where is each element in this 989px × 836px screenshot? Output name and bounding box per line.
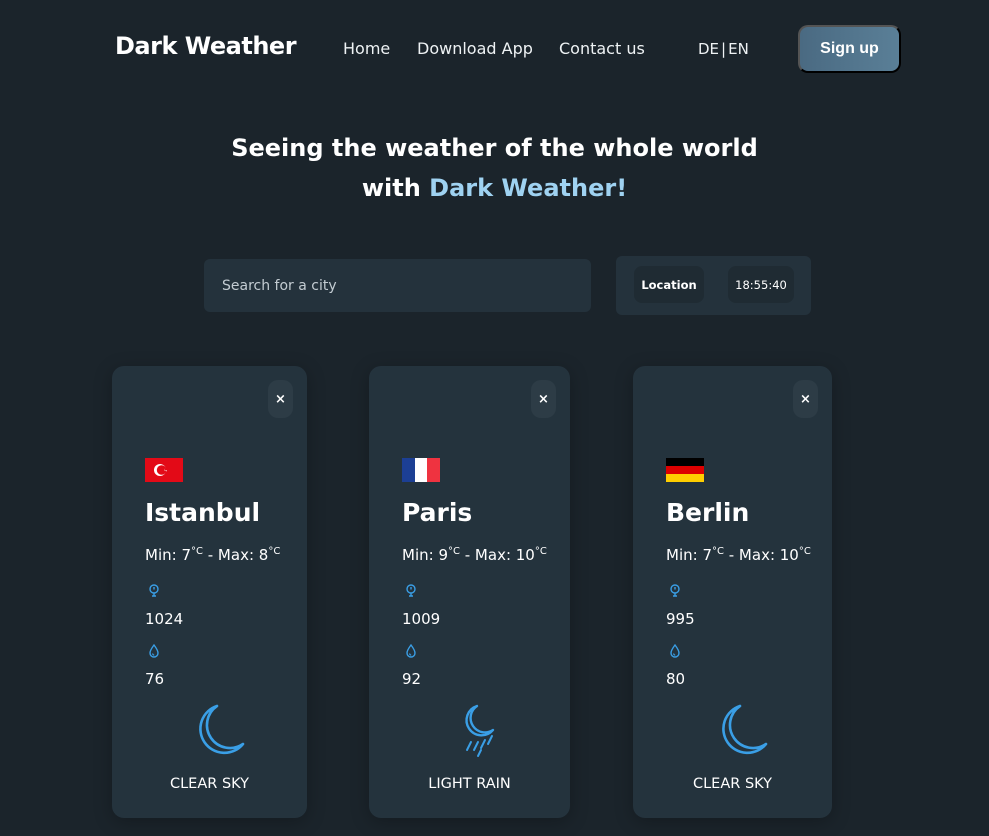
close-card-button[interactable]: × [531,380,556,418]
nav-link-contact-us[interactable]: Contact us [559,39,645,58]
min-temp: 7 [181,546,191,564]
hero-heading: Seeing the weather of the whole world wi… [0,128,989,208]
top-nav: Dark Weather Home Download App Contact u… [0,0,989,100]
nav-link-download-app[interactable]: Download App [417,39,533,58]
temp-unit: °C [534,546,547,557]
min-label: Min: [402,546,439,564]
city-name: Berlin [666,498,750,527]
lang-en[interactable]: EN [728,40,749,58]
temp-unit: °C [798,546,811,557]
weather-condition: LIGHT RAIN [428,776,511,792]
min-temp: 9 [438,546,448,564]
min-label: Min: [666,546,703,564]
min-label: Min: [145,546,182,564]
brand-logo[interactable]: Dark Weather [115,32,297,60]
max-temp: 10 [515,546,535,564]
language-switcher: DE | EN [698,40,749,58]
current-time: 18:55:40 [728,266,794,303]
temp-unit: °C [712,546,724,557]
moon-icon [199,704,245,755]
temperature-range: Min: 7°C - Max: 8°C [145,546,280,564]
turkey-flag-icon [145,458,183,482]
close-card-button[interactable]: × [268,380,293,418]
city-name: Paris [402,498,473,527]
temperature-range: Min: 9°C - Max: 10°C [402,546,547,564]
pressure-value: 1024 [145,610,184,628]
humidity-icon [406,644,416,658]
city-search-input[interactable] [204,259,591,312]
max-temp: 8 [258,546,269,564]
moon-icon [722,704,768,755]
hero-accent: Dark Weather! [429,174,628,202]
location-time-panel: Location 18:55:40 [616,256,811,315]
max-label: - Max: [459,546,516,564]
pressure-value: 995 [666,610,695,628]
germany-flag-icon [666,458,704,482]
location-button[interactable]: Location [634,266,704,303]
pressure-icon [149,584,159,597]
moon-rain-icon [465,704,495,757]
hero-line-2-prefix: with [361,174,430,202]
weather-card-berlin: × Berlin Min: 7°C - Max: 10°C 995 80 CLE… [633,366,832,818]
temp-unit: °C [448,546,460,557]
max-temp: 10 [779,546,799,564]
temp-unit: °C [191,546,203,557]
hero-line-2: with Dark Weather! [0,168,989,208]
lang-de[interactable]: DE [698,40,719,58]
sign-up-button[interactable]: Sign up [798,25,901,73]
weather-condition: CLEAR SKY [169,776,250,792]
weather-condition: CLEAR SKY [692,776,773,792]
hero-line-1: Seeing the weather of the whole world [231,134,758,162]
humidity-icon [670,644,680,658]
pressure-value: 1009 [402,610,441,628]
temp-unit: °C [268,546,281,557]
france-flag-icon [402,458,440,482]
pressure-icon [670,584,680,597]
max-label: - Max: [723,546,780,564]
weather-card-paris: × Paris Min: 9°C - Max: 10°C 1009 92 LIG… [369,366,570,818]
pressure-icon [406,584,416,597]
humidity-icon [149,644,159,658]
temperature-range: Min: 7°C - Max: 10°C [666,546,811,564]
nav-link-home[interactable]: Home [343,39,390,58]
max-label: - Max: [202,546,259,564]
min-temp: 7 [702,546,712,564]
humidity-value: 76 [145,670,165,688]
weather-card-istanbul: × Istanbul Min: 7°C - Max: 8°C 1024 76 C… [112,366,307,818]
close-card-button[interactable]: × [793,380,818,418]
humidity-value: 80 [666,670,686,688]
humidity-value: 92 [402,670,422,688]
lang-separator: | [721,40,727,58]
city-name: Istanbul [145,498,261,527]
